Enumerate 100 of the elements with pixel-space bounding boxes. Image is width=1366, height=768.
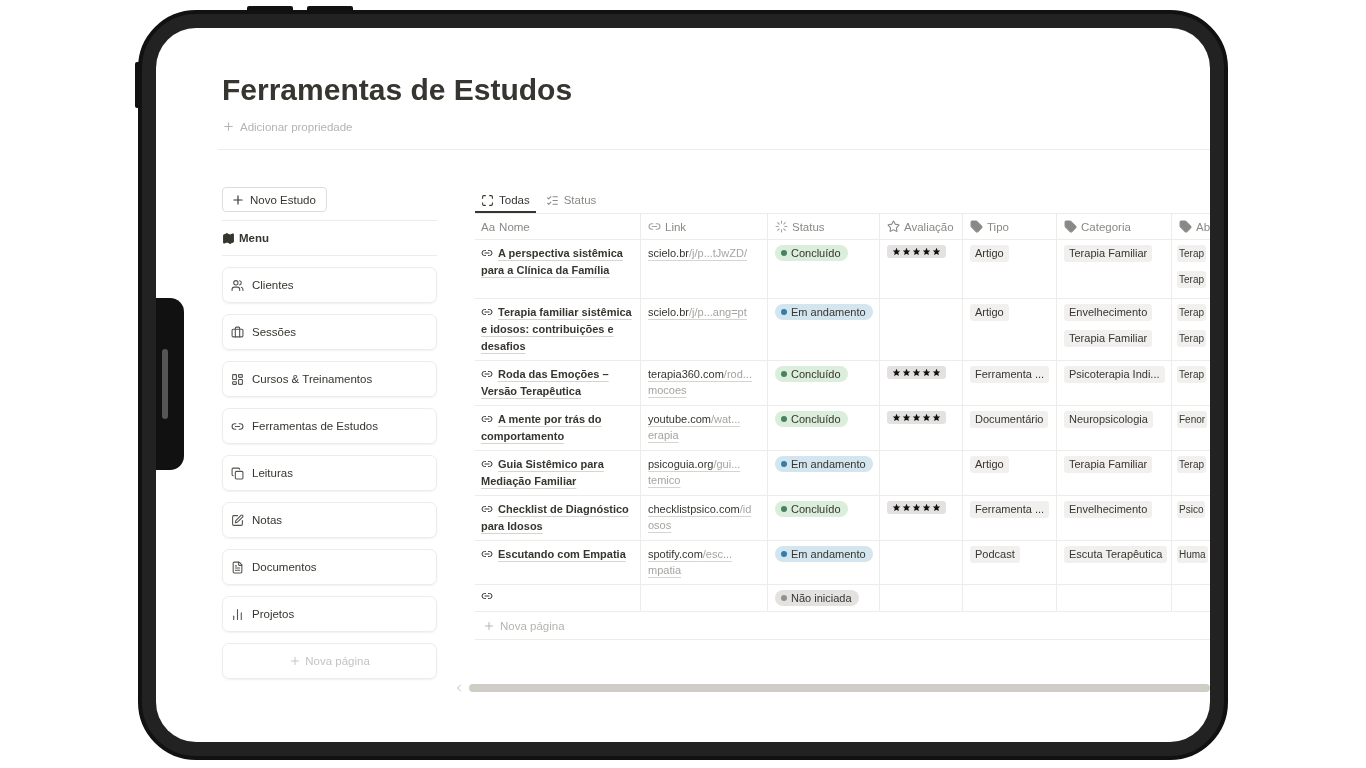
link-icon <box>481 368 493 380</box>
tag: Terap <box>1177 271 1206 288</box>
map-icon <box>222 231 235 245</box>
status-tag: Concluído <box>775 501 848 517</box>
star-icon <box>922 247 931 256</box>
new-study-button[interactable]: Novo Estudo <box>222 187 327 212</box>
view-tab[interactable]: Status <box>539 187 603 213</box>
column-header[interactable]: Link <box>665 220 687 233</box>
category-tag: Envelhecimento <box>1064 304 1153 321</box>
star-icon <box>922 503 931 512</box>
url-link[interactable]: scielo.br/j/p...tJwZD/ <box>648 245 748 261</box>
url-link[interactable]: youtube.com/wat... erapia <box>648 411 741 443</box>
type-tag: Artigo <box>970 304 1009 321</box>
tag: Terap <box>1177 245 1206 262</box>
column-header[interactable]: Status <box>792 220 825 233</box>
column-header[interactable]: Nome <box>499 220 530 233</box>
star-icon <box>922 413 931 422</box>
link-icon <box>481 247 493 259</box>
row-title[interactable]: Checklist de Diagnóstico para Idosos <box>481 501 633 535</box>
category-tag: Terapia Familiar <box>1064 245 1153 262</box>
side-pill <box>162 349 168 419</box>
edit-icon <box>231 513 244 527</box>
tag: Psico <box>1177 501 1206 518</box>
row-title[interactable]: A perspectiva sistêmica para a Clínica da Família <box>481 245 633 279</box>
status-icon <box>775 220 788 233</box>
column-header[interactable]: Avaliação <box>904 220 954 233</box>
star-icon <box>922 368 931 377</box>
text-type-icon: Aa <box>481 220 496 233</box>
sidebar-item[interactable]: Clientes <box>222 267 437 303</box>
status-tag: Concluído <box>775 411 848 427</box>
category-tag: Psicoterapia Indi... <box>1064 366 1165 383</box>
url-link[interactable]: spotify.com/esc... mpatia <box>648 546 733 578</box>
row-title[interactable]: A mente por trás do comportamento <box>481 411 633 445</box>
menu-heading: Menu <box>239 232 270 244</box>
link-icon <box>481 590 493 602</box>
star-icon <box>902 503 911 512</box>
sidebar-item[interactable]: Documentos <box>222 549 437 585</box>
category-tag: Terapia Familiar <box>1064 330 1153 347</box>
star-icon <box>932 413 941 422</box>
type-tag: Artigo <box>970 456 1009 473</box>
url-link[interactable]: psicoguia.org/gui... temico <box>648 456 741 488</box>
link-icon <box>648 220 661 233</box>
type-tag: Artigo <box>970 245 1009 262</box>
tag: Fenor <box>1177 411 1208 428</box>
link-icon <box>481 458 493 470</box>
type-tag: Podcast <box>970 546 1020 563</box>
type-tag: Documentário <box>970 411 1049 428</box>
people-icon <box>231 278 244 292</box>
column-header[interactable]: Categoria <box>1081 220 1131 233</box>
plus-icon <box>289 655 302 667</box>
status-tag: Concluído <box>775 366 848 382</box>
tag-icon <box>1179 220 1192 233</box>
star-icon <box>932 247 941 256</box>
star-icon <box>912 503 921 512</box>
sidebar-item[interactable]: Projetos <box>222 596 437 632</box>
star-icon <box>902 247 911 256</box>
status-tag: Em andamento <box>775 304 873 320</box>
status-tag: Concluído <box>775 245 848 261</box>
plus-icon <box>483 619 495 632</box>
star-icon <box>892 413 901 422</box>
row-title[interactable]: Guia Sistêmico para Mediação Familiar <box>481 456 633 490</box>
star-icon <box>892 503 901 512</box>
tag-icon <box>970 220 983 233</box>
status-tag: Em andamento <box>775 456 873 472</box>
url-link[interactable]: terapia360.com/rod... mocoes <box>648 366 752 398</box>
tag: Terap <box>1177 366 1206 383</box>
row-title[interactable]: Escutando com Empatia <box>481 546 626 563</box>
star-icon <box>932 368 941 377</box>
column-header[interactable]: Ab <box>1196 220 1210 233</box>
row-title[interactable]: Roda das Emoções – Versão Terapêutica <box>481 366 633 400</box>
briefcase-icon <box>231 325 244 339</box>
category-tag: Escuta Terapêutica <box>1064 546 1168 563</box>
star-icon <box>892 368 901 377</box>
tag: Terap <box>1177 304 1206 321</box>
books-icon <box>231 466 244 480</box>
row-title[interactable]: Terapia familiar sistêmica e idosos: contribuições e desafios <box>481 304 633 355</box>
tag: Huma <box>1177 546 1208 563</box>
expand-icon <box>481 193 494 207</box>
view-tab[interactable]: Todas <box>475 187 536 213</box>
tag-icon <box>1064 220 1077 233</box>
blocks-icon <box>231 372 244 386</box>
tag: Terap <box>1177 330 1206 347</box>
column-header[interactable]: Tipo <box>987 220 1009 233</box>
tag: Terap <box>1177 456 1206 473</box>
plus-icon <box>231 192 245 207</box>
chart-icon <box>231 607 244 621</box>
plus-icon <box>222 120 235 133</box>
url-link[interactable]: checklistpsico.com/id osos <box>648 501 752 533</box>
sidebar-item[interactable]: Notas <box>222 502 437 538</box>
star-icon <box>892 247 901 256</box>
document-icon <box>231 560 244 574</box>
sidebar-item[interactable]: Leituras <box>222 455 437 491</box>
url-link[interactable]: scielo.br/j/p...ang=pt <box>648 304 747 320</box>
status-tag: Em andamento <box>775 546 873 562</box>
sidebar-item[interactable]: Sessões <box>222 314 437 350</box>
sidebar-item[interactable]: Cursos & Treinamentos <box>222 361 437 397</box>
page-title: Ferramentas de Estudos <box>222 72 574 108</box>
star-icon <box>912 368 921 377</box>
link-icon <box>481 413 493 425</box>
sidebar-item[interactable]: Ferramentas de Estudos <box>222 408 437 444</box>
